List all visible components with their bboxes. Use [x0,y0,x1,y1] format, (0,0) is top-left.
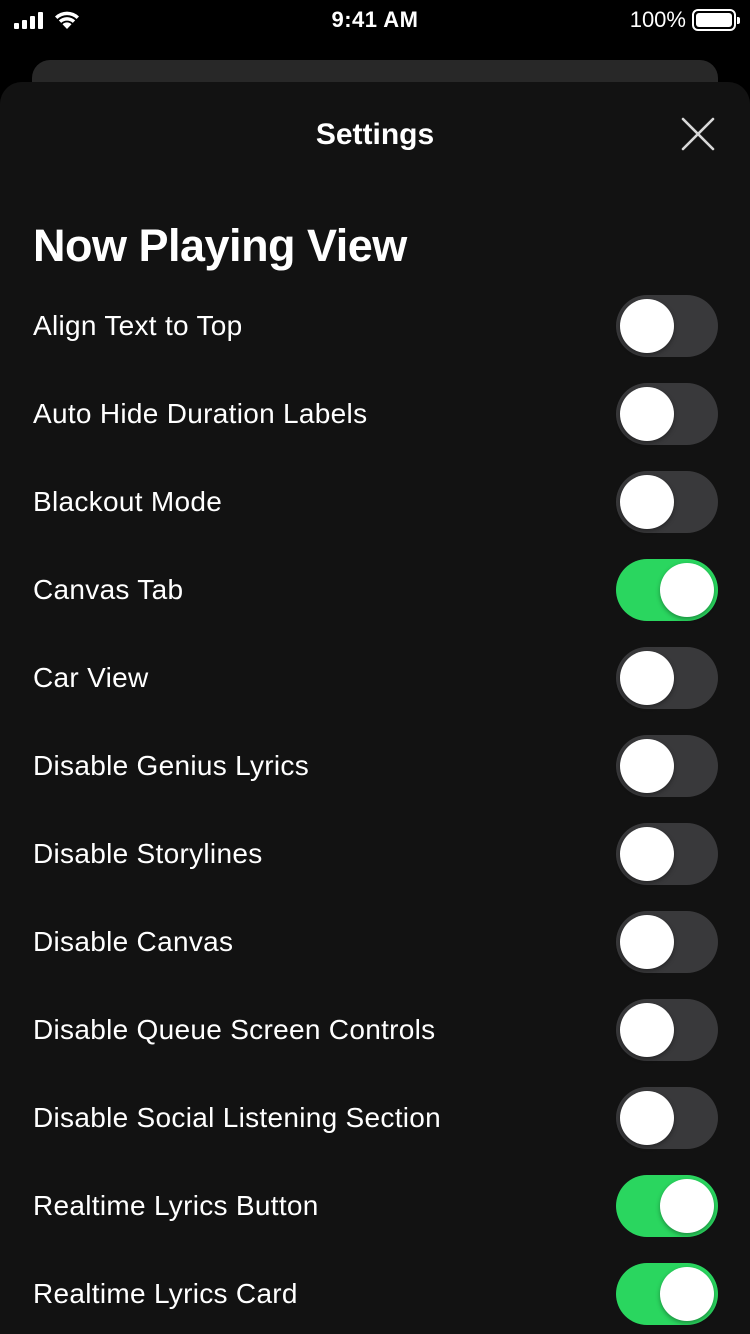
setting-label: Disable Social Listening Section [33,1102,442,1133]
setting-label: Disable Queue Screen Controls [33,1014,436,1045]
toggle-switch[interactable] [616,471,718,533]
battery-icon [691,9,740,31]
setting-row: Blackout Mode [0,458,750,546]
setting-label: Disable Genius Lyrics [33,750,310,781]
toggle-knob [620,827,674,881]
toggle-knob [620,475,674,529]
toggle-switch[interactable] [616,1263,718,1325]
toggle-switch[interactable] [616,295,718,357]
toggle-knob [620,1091,674,1145]
setting-row: Canvas Tab [0,546,750,634]
setting-row: Disable Queue Screen Controls [0,986,750,1074]
toggle-switch[interactable] [616,735,718,797]
setting-row: Realtime Lyrics Card [0,1250,750,1334]
settings-list: Align Text to Top Auto Hide Duration Lab… [0,282,750,1334]
setting-label: Blackout Mode [33,486,223,517]
toggle-switch[interactable] [616,1175,718,1237]
setting-label: Car View [33,662,149,693]
toggle-switch[interactable] [616,559,718,621]
toggle-knob [620,651,674,705]
setting-row: Realtime Lyrics Button [0,1162,750,1250]
setting-row: Disable Genius Lyrics [0,722,750,810]
toggle-knob [620,1003,674,1057]
settings-sheet: Settings Now Playing View Align Text to … [0,82,750,1334]
toggle-knob [620,299,674,353]
toggle-switch[interactable] [616,911,718,973]
screen: 9:41 AM 100% Settings Now Playing View A… [0,0,750,1334]
setting-label: Disable Storylines [33,838,263,869]
toggle-switch[interactable] [616,1087,718,1149]
toggle-switch[interactable] [616,647,718,709]
setting-row: Disable Canvas [0,898,750,986]
sheet-title: Settings [315,118,435,151]
setting-row: Align Text to Top [0,282,750,370]
toggle-knob [660,1179,714,1233]
toggle-switch[interactable] [616,383,718,445]
status-bar: 9:41 AM 100% [0,0,750,40]
battery-percent: 100% [629,7,686,32]
section-title: Now Playing View [33,220,407,271]
toggle-knob [620,387,674,441]
toggle-knob [660,1267,714,1321]
sheet-header: Settings [0,82,750,192]
toggle-switch[interactable] [616,999,718,1061]
battery-fill [695,13,732,27]
setting-row: Auto Hide Duration Labels [0,370,750,458]
setting-label: Auto Hide Duration Labels [33,398,368,429]
setting-label: Canvas Tab [33,574,184,605]
wifi-icon [55,11,79,29]
setting-row: Disable Social Listening Section [0,1074,750,1162]
toggle-switch[interactable] [616,823,718,885]
close-button[interactable] [680,116,716,152]
signal-icon [14,11,43,29]
setting-row: Disable Storylines [0,810,750,898]
setting-label: Disable Canvas [33,926,234,957]
close-icon [681,117,715,151]
status-left [14,10,214,30]
toggle-knob [660,563,714,617]
setting-label: Align Text to Top [33,310,243,341]
setting-label: Realtime Lyrics Button [33,1190,319,1221]
toggle-knob [620,739,674,793]
status-right: 100% [536,7,740,33]
setting-row: Car View [0,634,750,722]
status-time: 9:41 AM [331,7,419,32]
toggle-knob [620,915,674,969]
setting-label: Realtime Lyrics Card [33,1278,298,1309]
